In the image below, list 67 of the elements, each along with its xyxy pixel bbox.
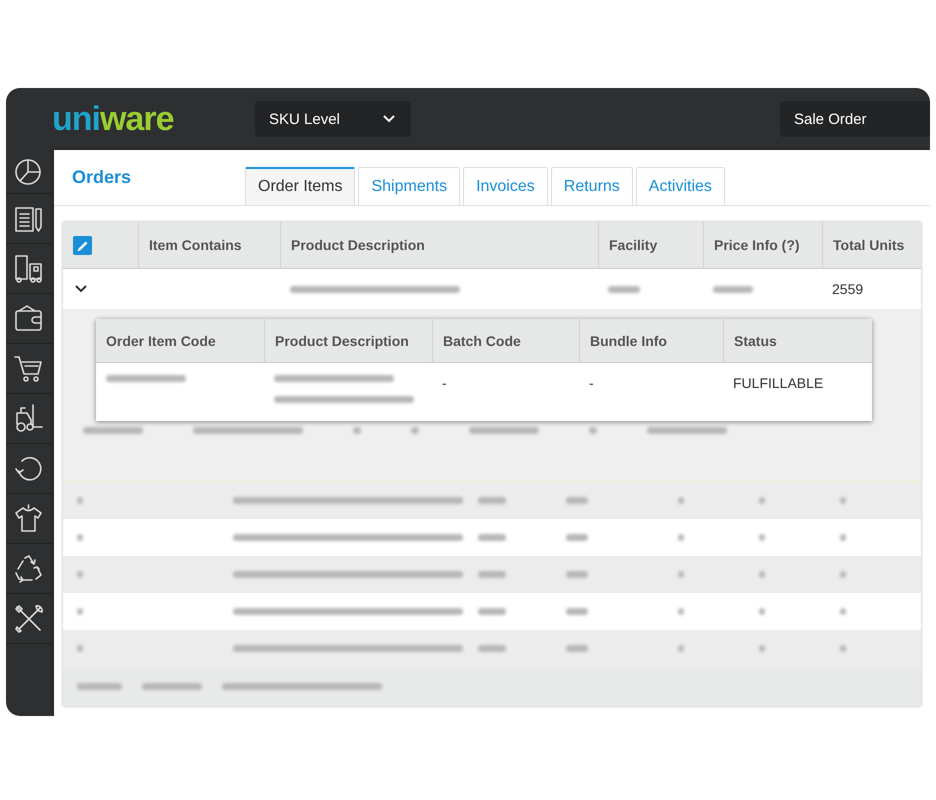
blurred-text (589, 427, 597, 434)
blurred-text (566, 497, 588, 504)
blurred-text (759, 571, 765, 578)
column-header: Order Item Code (106, 332, 216, 348)
blurred-text (478, 571, 506, 578)
column-header: Bundle Info (590, 332, 667, 348)
blurred-text (759, 534, 765, 541)
blurred-text (478, 645, 506, 652)
blurred-text (678, 497, 684, 504)
blurred-text (840, 571, 846, 578)
table-cell: 2559 (832, 281, 864, 297)
blurred-text (678, 645, 684, 652)
shirt-icon[interactable] (13, 502, 45, 534)
select-all-checkbox[interactable] (73, 236, 92, 254)
wrench-screwdriver-icon[interactable] (13, 602, 45, 634)
blurred-text (566, 534, 588, 541)
column-header: Price Info (?) (714, 237, 800, 253)
blurred-text (678, 534, 684, 541)
tab[interactable]: Activities (636, 167, 725, 205)
blurred-text (840, 608, 846, 615)
blurred-text (840, 534, 846, 541)
search-type-dropdown[interactable]: Sale Order (780, 101, 930, 137)
blurred-text (77, 645, 83, 652)
column-header: Status (734, 332, 777, 348)
column-header: Item Contains (149, 237, 242, 253)
blurred-text (478, 608, 506, 615)
blurred-text (77, 534, 83, 541)
trucks-icon[interactable] (13, 252, 45, 284)
blurred-text (566, 645, 588, 652)
blurred-text (478, 497, 506, 504)
table-cell: - (589, 375, 594, 391)
blurred-text (759, 497, 765, 504)
blurred-text (566, 571, 588, 578)
blurred-text (142, 683, 202, 690)
tab[interactable]: Invoices (463, 167, 548, 205)
tab[interactable]: Shipments (358, 167, 460, 205)
logo: uniware (52, 102, 174, 136)
column-header: Batch Code (443, 332, 521, 348)
table-cell: - (442, 375, 447, 391)
page-title: Orders (71, 167, 132, 188)
column-header: Product Description (275, 332, 409, 348)
blurred-text (77, 608, 83, 615)
blurred-text (840, 645, 846, 652)
forklift-icon[interactable] (13, 402, 45, 434)
column-header: Facility (609, 237, 658, 253)
blurred-text (411, 427, 419, 434)
blurred-text (678, 571, 684, 578)
blurred-text (353, 427, 361, 434)
level-dropdown[interactable]: SKU Level (255, 101, 411, 137)
table-cell: FULFILLABLE (733, 375, 824, 391)
tab[interactable]: Returns (550, 167, 633, 205)
blurred-text (77, 571, 83, 578)
blurred-text (759, 645, 765, 652)
blurred-text (678, 608, 684, 615)
blurred-text (469, 427, 539, 434)
blurred-text (840, 497, 846, 504)
blurred-text (713, 286, 753, 292)
blurred-text (566, 608, 588, 615)
blurred-text (478, 534, 506, 541)
blurred-text (83, 427, 143, 434)
column-header: Product Description (291, 237, 425, 253)
column-header: Total Units (833, 237, 904, 253)
tab[interactable]: Order Items (245, 167, 356, 205)
blurred-text (77, 683, 122, 690)
blurred-text (759, 608, 765, 615)
blurred-text (608, 286, 640, 292)
blurred-text (77, 497, 83, 504)
